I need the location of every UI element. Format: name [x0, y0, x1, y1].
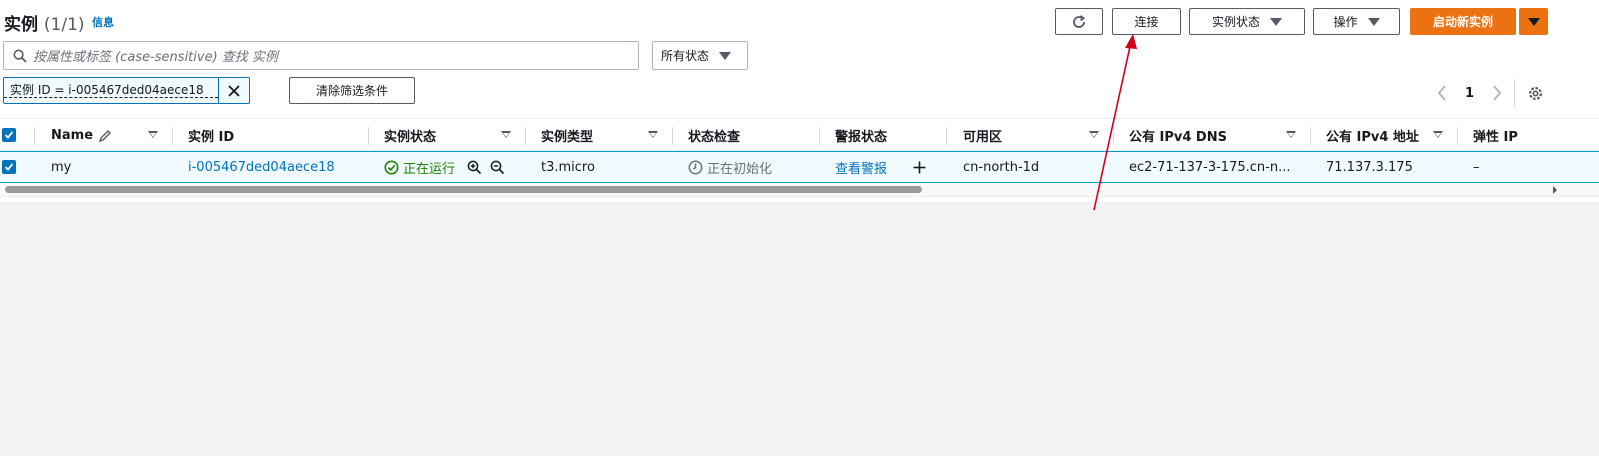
cell-public-dns: ec2-71-137-3-175.cn-n...: [1129, 159, 1291, 175]
checkmark-icon: [4, 131, 14, 139]
row-checkbox[interactable]: [2, 160, 16, 174]
page-title: 实例 (1/1): [4, 10, 85, 35]
instance-count: (1/1): [43, 15, 85, 35]
info-link[interactable]: 信息: [92, 14, 114, 30]
cell-elastic-ip: –: [1473, 159, 1480, 175]
column-separator: [1457, 127, 1458, 145]
edit-pencil-icon: [98, 129, 112, 142]
table-header: Name 实例 ID 实例状态 实例类型 状态检查 警报状态 可用区 公有 IP…: [0, 118, 1599, 151]
column-label: 实例状态: [384, 130, 437, 145]
scrollbar-thumb[interactable]: [5, 186, 922, 193]
column-header-name[interactable]: Name: [51, 119, 112, 152]
horizontal-scrollbar[interactable]: [0, 183, 1599, 197]
instance-id-link[interactable]: i-005467ded04aece18: [188, 152, 335, 182]
column-header-public-ip[interactable]: 公有 IPv4 地址: [1326, 119, 1419, 152]
column-header-alarm[interactable]: 警报状态: [835, 119, 887, 152]
state-filter-value: 所有状态: [661, 49, 710, 63]
column-separator: [672, 127, 673, 145]
table-row[interactable]: my i-005467ded04aece18 正在运行 t3.micro 正在初…: [0, 151, 1599, 183]
column-separator: [368, 127, 369, 145]
select-all-checkbox[interactable]: [2, 128, 16, 142]
chevron-right-icon[interactable]: [1491, 84, 1503, 102]
add-icon[interactable]: [912, 160, 927, 175]
column-separator: [819, 127, 820, 145]
settings-gear-icon[interactable]: [1527, 85, 1544, 102]
column-header-type[interactable]: 实例类型: [541, 119, 593, 152]
filter-token: 实例 ID = i-005467ded04aece18: [3, 77, 250, 104]
connect-button-label: 连接: [1134, 15, 1159, 29]
refresh-icon: [1073, 14, 1086, 28]
cell-availability-zone: cn-north-1d: [963, 159, 1040, 175]
remove-filter-button[interactable]: [218, 77, 248, 104]
cell-state: 正在运行: [384, 152, 455, 182]
caret-down-icon: [1270, 17, 1282, 26]
scroll-right-arrow-icon[interactable]: [1552, 186, 1558, 194]
column-label: 实例 ID: [188, 130, 235, 145]
view-alarms-link[interactable]: 查看警报: [835, 152, 887, 182]
cell-status-check: 正在初始化: [688, 152, 772, 182]
sort-icon[interactable]: [501, 119, 511, 152]
column-header-elastic-ip[interactable]: 弹性 IP: [1473, 119, 1518, 152]
filter-token-text: 实例 ID = i-005467ded04aece18: [4, 83, 218, 98]
close-icon: [227, 84, 240, 97]
search-icon: [13, 48, 27, 63]
cell-public-ip: 71.137.3.175: [1326, 159, 1413, 175]
column-separator: [1310, 127, 1311, 145]
column-label: 公有 IPv4 地址: [1326, 130, 1419, 145]
launch-instance-button[interactable]: 启动新实例: [1410, 8, 1516, 35]
column-separator: [172, 127, 173, 145]
launch-options-dropdown[interactable]: [1519, 8, 1548, 35]
cell-instance-type: t3.micro: [541, 159, 595, 175]
zoom-out-icon[interactable]: [490, 160, 505, 175]
column-label: Name: [51, 128, 94, 143]
cell-name: my: [51, 159, 72, 175]
column-header-state[interactable]: 实例状态: [384, 119, 436, 152]
state-text: 正在运行: [403, 161, 456, 177]
search-input[interactable]: 按属性或标签 (case-sensitive) 查找 实例: [33, 46, 278, 65]
search-field[interactable]: 按属性或标签 (case-sensitive) 查找 实例: [3, 41, 639, 70]
column-separator: [946, 127, 947, 145]
zoom-in-icon[interactable]: [467, 160, 482, 175]
divider: [1514, 79, 1515, 107]
clear-filters-button[interactable]: 清除筛选条件: [289, 77, 415, 104]
state-filter-select[interactable]: 所有状态: [652, 41, 748, 70]
current-page[interactable]: 1: [1465, 86, 1474, 101]
status-check-text: 正在初始化: [707, 161, 773, 177]
annotation-arrow: [1093, 34, 1137, 211]
clear-filters-label: 清除筛选条件: [315, 84, 388, 98]
instance-state-label: 实例状态: [1211, 15, 1260, 29]
column-header-status-check[interactable]: 状态检查: [688, 119, 740, 152]
column-separator: [34, 127, 35, 145]
column-label: 实例类型: [541, 130, 594, 145]
actions-dropdown[interactable]: 操作: [1313, 8, 1400, 35]
column-label: 可用区: [963, 130, 1003, 145]
instances-panel: 实例 (1/1) 信息 连接 实例状态 操作 启动新实例 按属性或标签 (cas…: [0, 0, 1599, 203]
sort-icon[interactable]: [1286, 119, 1296, 152]
column-label: 状态检查: [688, 130, 741, 145]
launch-instance-label: 启动新实例: [1432, 15, 1493, 29]
checkmark-icon: [4, 163, 14, 171]
column-label: 弹性 IP: [1473, 130, 1518, 145]
column-header-instance-id[interactable]: 实例 ID: [188, 119, 234, 152]
column-separator: [525, 127, 526, 145]
page-title-text: 实例: [4, 15, 38, 35]
clock-icon: [688, 160, 703, 174]
sort-icon[interactable]: [1433, 119, 1443, 152]
actions-label: 操作: [1333, 15, 1358, 29]
caret-down-icon: [1527, 17, 1540, 26]
column-header-az[interactable]: 可用区: [963, 119, 1002, 152]
sort-icon[interactable]: [648, 119, 658, 152]
caret-down-icon: [719, 51, 732, 60]
column-label: 警报状态: [835, 130, 888, 145]
chevron-left-icon[interactable]: [1436, 84, 1448, 102]
instance-state-dropdown[interactable]: 实例状态: [1189, 8, 1305, 35]
caret-down-icon: [1367, 17, 1380, 26]
check-circle-icon: [384, 160, 399, 174]
sort-icon[interactable]: [148, 119, 158, 152]
